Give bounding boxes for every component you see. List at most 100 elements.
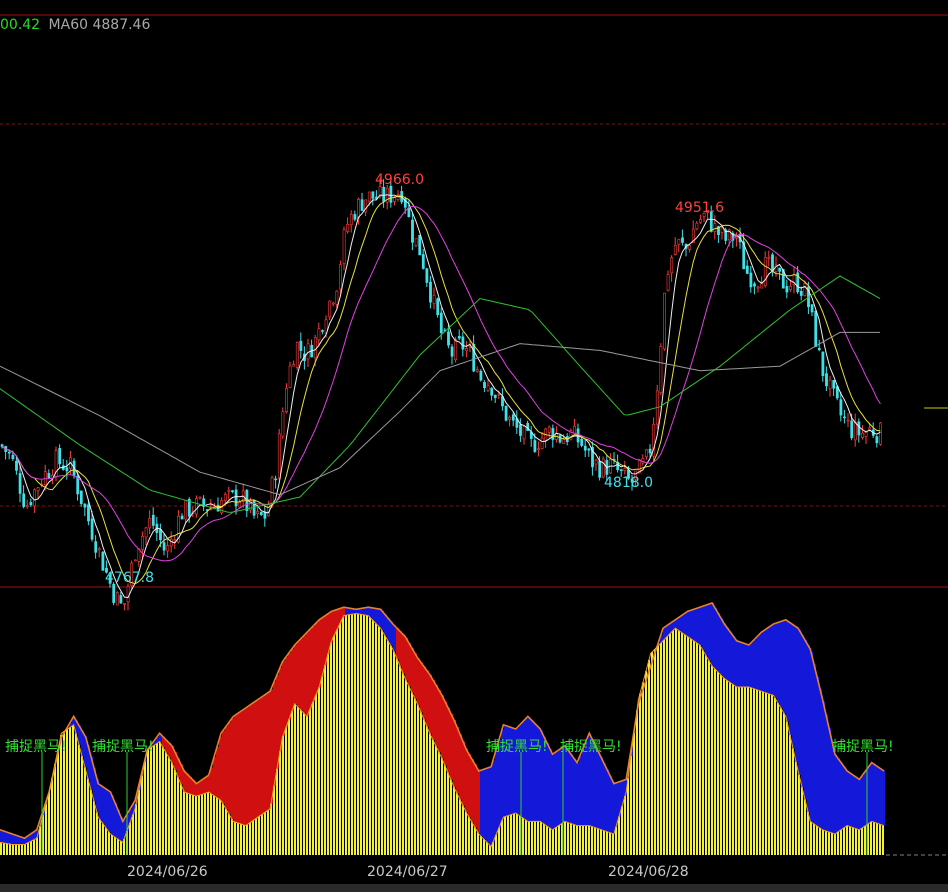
candle-body [306,343,310,360]
candle-body [335,290,339,305]
candle-body [547,426,551,433]
oscillator-bar [381,630,383,855]
oscillator-band [600,757,603,830]
candle-body [522,426,526,440]
oscillator-band [819,688,822,829]
oscillator-band [678,617,681,631]
oscillator-band [465,748,468,812]
oscillator-bar [222,803,224,855]
oscillator-band [438,690,441,753]
oscillator-band [195,783,198,797]
oscillator-bar [546,826,548,855]
oscillator-band [780,621,783,709]
low-label-2: 4818.0 [604,475,653,491]
oscillator-band [399,631,402,667]
oscillator-bar [432,739,434,855]
oscillator-band [444,701,447,766]
oscillator-bar [114,837,116,855]
ma-green-line [0,275,881,513]
oscillator-bar [345,615,347,855]
oscillator-bar [798,774,800,855]
oscillator-bar [156,743,158,855]
candle-body [537,448,540,450]
oscillator-bar [453,787,455,855]
candle-body [573,425,576,434]
candle-body [418,235,422,256]
candle-body [817,348,821,351]
oscillator-band [459,734,462,800]
oscillator-bar [180,784,182,855]
oscillator-bar [168,757,170,855]
oscillator-bar [822,829,824,855]
oscillator-bar [234,821,236,855]
oscillator-bar [363,614,365,855]
oscillator-band [102,786,105,824]
oscillator-bar [159,742,161,855]
oscillator-bar [711,665,713,855]
oscillator-bar [696,643,698,855]
oscillator-bar [333,635,335,855]
candle-body [670,257,674,274]
oscillator-bar [417,705,419,855]
oscillator-bar [783,713,785,855]
candle-body [119,595,123,604]
candle-body [803,283,807,297]
oscillator-bar [336,629,338,855]
oscillator-band [234,715,237,822]
oscillator-band [225,726,228,809]
oscillator-bar [681,632,683,855]
candle-body [421,254,425,269]
oscillator-band [849,772,852,827]
candle-body [810,304,814,313]
oscillator-bar [444,765,446,855]
oscillator-band [732,635,735,685]
candle-body [259,511,263,516]
oscillator-band [372,607,375,621]
oscillator-band [480,770,483,837]
oscillator-bar [105,827,107,855]
oscillator-bar [630,755,632,855]
oscillator-bar [462,805,464,855]
oscillator-band [735,639,738,687]
oscillator-bar [864,825,866,855]
candle-body [432,295,436,304]
candle-body [475,369,479,372]
oscillator-bar [372,620,374,855]
candle-body [256,511,260,514]
candle-body [339,264,342,290]
scrollbar[interactable] [0,884,948,892]
oscillator-bar [69,727,71,855]
oscillator-band [786,620,789,722]
oscillator-bar [684,634,686,855]
oscillator-bar [465,811,467,855]
oscillator-band [252,702,255,821]
oscillator-band [186,773,189,793]
candle-body [436,298,440,316]
oscillator-bar [429,733,431,855]
oscillator-bar [693,641,695,855]
oscillator-band [750,642,753,688]
oscillator-band [687,611,690,637]
oscillator-bar [837,831,839,855]
oscillator-bar [534,821,536,855]
candle-body [90,518,94,540]
oscillator-bar [588,825,590,855]
oscillator-band [219,736,222,800]
oscillator-bar [285,727,287,855]
candle-body [65,467,69,472]
oscillator-bar [537,821,539,855]
candle-body [839,399,843,416]
oscillator-band [228,722,231,815]
oscillator-band [762,631,765,692]
oscillator-band [414,653,417,699]
oscillator-bar [483,839,485,855]
oscillator-bar [744,687,746,855]
oscillator-bar [354,613,356,855]
oscillator-bar [111,835,113,855]
x-tick-label: 2024/06/27 [367,864,448,880]
oscillator-bar [132,814,134,855]
oscillator-band [303,635,306,714]
candle-body [497,393,501,396]
oscillator-band [423,666,426,720]
oscillator-band [255,700,258,819]
